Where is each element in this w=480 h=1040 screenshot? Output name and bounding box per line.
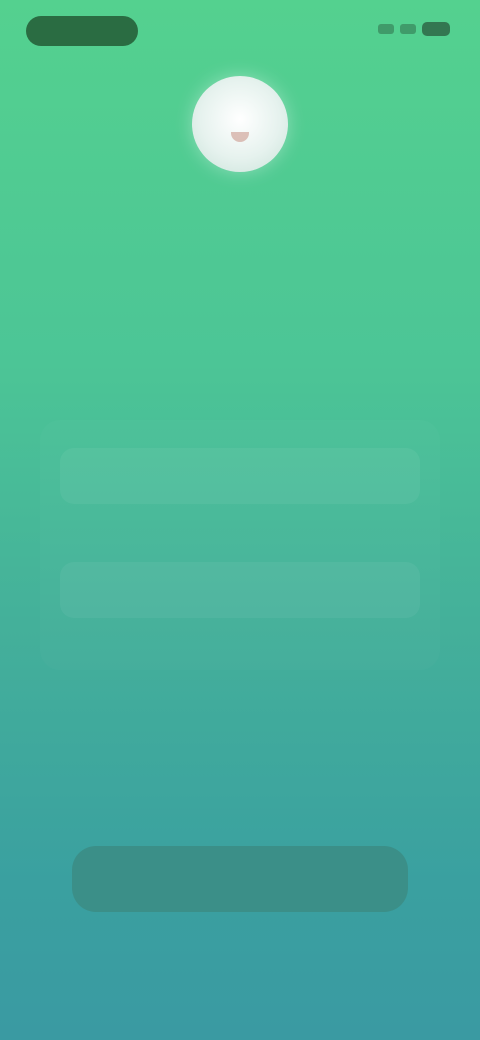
battery-icon — [422, 22, 450, 36]
login-button[interactable] — [72, 846, 408, 912]
status-bar — [0, 12, 480, 52]
password-field[interactable] — [60, 562, 420, 618]
login-screen — [0, 0, 480, 1040]
avatar — [192, 76, 288, 172]
wifi-icon — [400, 24, 416, 34]
avatar-icon — [231, 132, 249, 142]
footer-link[interactable] — [190, 936, 290, 966]
username-field[interactable] — [60, 448, 420, 504]
status-icons — [378, 22, 450, 36]
signal-icon — [378, 24, 394, 34]
status-time-pill — [26, 16, 138, 46]
